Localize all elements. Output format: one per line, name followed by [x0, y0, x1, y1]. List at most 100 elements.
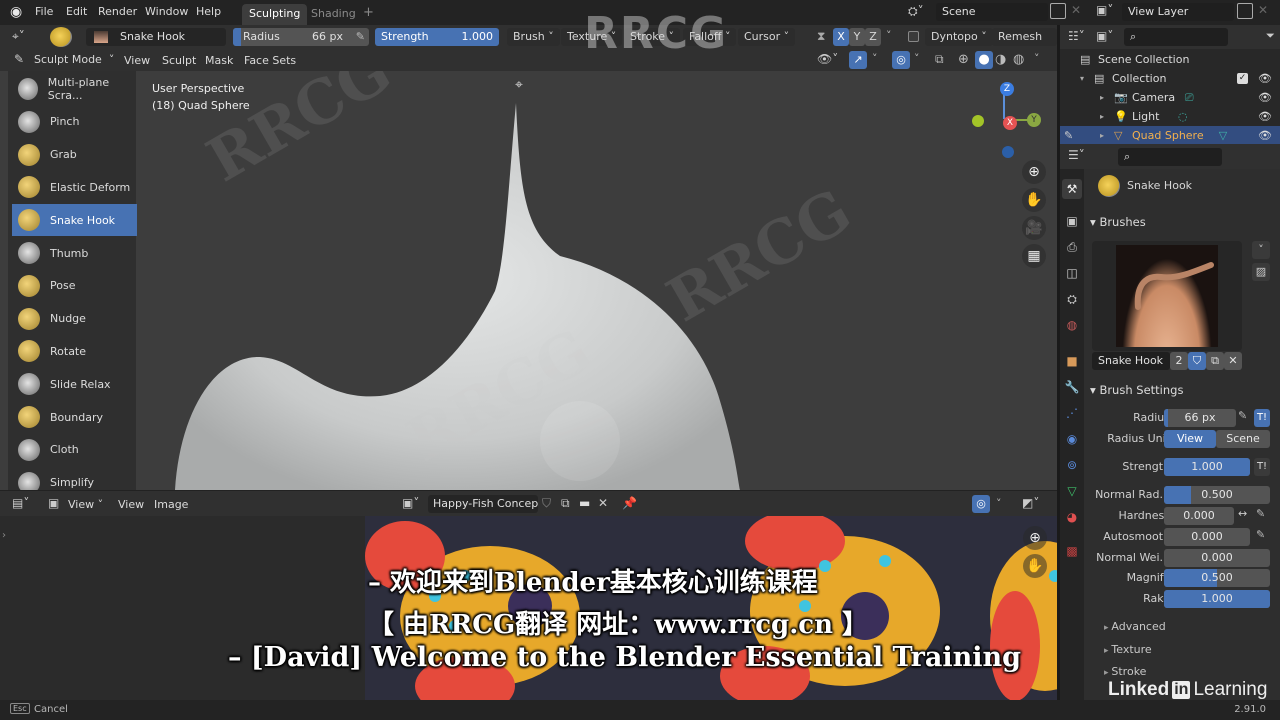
render-tab-icon[interactable]: ▣ [1062, 211, 1082, 231]
new-scene-icon[interactable] [1050, 3, 1066, 19]
visibility-eye-icon[interactable]: 👁 [1258, 126, 1272, 145]
tool-item[interactable]: Slide Relax [12, 368, 137, 400]
tool-item[interactable]: Cloth [12, 434, 137, 466]
normal-radius-field[interactable]: 0.500 [1164, 486, 1270, 504]
brush-name-field[interactable]: Snake Hook [1092, 352, 1170, 370]
view-mode-icon[interactable]: ▣ [48, 496, 59, 510]
gizmo-toggle-icon[interactable]: ◎ [972, 495, 990, 513]
radius-pressure-icon[interactable]: ✎ [1238, 409, 1247, 422]
radius-field[interactable]: 66 px [1164, 409, 1236, 427]
properties-search-input[interactable]: ⌕ [1118, 148, 1222, 166]
tool-item[interactable]: Boundary [12, 401, 137, 433]
tool-item[interactable]: Snake Hook [12, 204, 137, 237]
visibility-icon[interactable]: 👁˅ [817, 52, 838, 66]
output-tab-icon[interactable]: ⎙ [1062, 237, 1082, 257]
radius-unified-toggle-icon[interactable]: T! [1254, 409, 1270, 427]
zoom-icon[interactable]: ⊕ [1022, 160, 1046, 184]
delete-scene-icon[interactable]: ✕ [1071, 3, 1081, 17]
outliner-row[interactable]: ▸ ▽ Quad Sphere ▽ ✎ 👁 [1060, 126, 1280, 145]
scene-field[interactable]: Scene [936, 3, 1048, 21]
symmetry-y-toggle[interactable]: Y [849, 28, 865, 46]
gizmo-neg-z-axis[interactable] [1002, 146, 1014, 158]
3d-cursor-icon[interactable]: ⌖ [515, 77, 523, 93]
outliner-row[interactable]: ▸ 📷 Camera ⎚ 👁 [1060, 88, 1280, 107]
perspective-toggle-icon[interactable]: ▦ [1022, 244, 1046, 268]
duplicate-brush-icon[interactable]: ⧉ [1206, 352, 1224, 370]
open-folder-icon[interactable]: ▬ [579, 496, 590, 510]
mesh-data-tab-icon[interactable]: ▽ [1062, 481, 1082, 501]
autosmooth-field[interactable]: 0.000 [1164, 528, 1250, 546]
strength-slider[interactable]: Strength 1.000 [375, 28, 499, 46]
physics-tab-icon[interactable]: ◉ [1062, 429, 1082, 449]
gizmo-x-axis[interactable]: X [1003, 116, 1017, 130]
rake-field[interactable]: 1.000 [1164, 590, 1270, 608]
tool-tab-icon[interactable]: ⚒ [1062, 179, 1082, 199]
image-editor-canvas[interactable]: › ⊕ ✋ – 欢迎来到Blender基本核心训练课程 【 由RRCG翻译 网址… [0, 516, 1057, 700]
gizmo-neg-y-axis[interactable] [972, 115, 984, 127]
brush-settings-panel-header[interactable]: ▾ Brush Settings [1090, 383, 1183, 397]
view-layer-tab-icon[interactable]: ◫ [1062, 263, 1082, 283]
gizmo-z-axis[interactable]: Z [1000, 82, 1014, 96]
object-tab-icon[interactable]: ■ [1062, 351, 1082, 371]
brush-preview-box[interactable] [1092, 241, 1242, 351]
tool-item[interactable]: Pose [12, 270, 137, 302]
fake-user-shield-icon[interactable]: ⛉ [1188, 352, 1206, 370]
dyntopo-checkbox[interactable] [908, 31, 919, 42]
overlays-chevron-icon[interactable]: ˅ [914, 52, 920, 65]
gizmo-toggle-icon[interactable]: ↗ [849, 51, 867, 69]
display-channels-icon[interactable]: ◩˅ [1022, 496, 1039, 510]
image-browse-icon[interactable]: ▣˅ [402, 496, 419, 510]
disclosure-triangle-icon[interactable]: ▸ [1100, 107, 1104, 126]
tool-item[interactable]: Rotate [12, 335, 137, 367]
stroke-subpanel[interactable]: Stroke [1104, 665, 1146, 678]
visibility-eye-icon[interactable]: 👁 [1258, 88, 1272, 107]
menu-file[interactable]: File [35, 5, 53, 18]
disclosure-triangle-icon[interactable]: ▸ [1100, 88, 1104, 107]
remesh-dropdown[interactable]: Remesh ˅ [992, 28, 1057, 61]
camera-view-icon[interactable]: 🎥 [1022, 216, 1046, 240]
blender-logo-icon[interactable]: ◉ [10, 4, 22, 20]
menu-edit[interactable]: Edit [66, 5, 87, 18]
brush-image-icon[interactable]: ▨ [1252, 263, 1270, 281]
menu-view[interactable]: View [118, 498, 144, 511]
outliner-row[interactable]: ▾ ▤ Collection ✓ 👁 [1060, 69, 1280, 88]
view-mode-dropdown[interactable]: View ˅ [68, 498, 103, 511]
dyntopo-dropdown[interactable]: Dyntopo ˅ [925, 28, 993, 46]
pressure-icon[interactable]: ✎ [356, 28, 365, 46]
properties-editor-type-icon[interactable]: ☰˅ [1068, 148, 1085, 162]
radius-unit-view-option[interactable]: View [1164, 430, 1216, 448]
visibility-eye-icon[interactable]: 👁 [1258, 107, 1272, 126]
object-data-icon[interactable]: ◌ [1178, 107, 1188, 126]
delete-view-layer-icon[interactable]: ✕ [1258, 3, 1268, 17]
gizmo-y-axis[interactable]: Y [1027, 113, 1041, 127]
radius-slider[interactable]: Radius 66 px ✎ [233, 28, 369, 46]
view-layer-icon[interactable]: ▣˅ [1096, 3, 1113, 17]
disclosure-triangle-icon[interactable]: ▾ [1080, 69, 1084, 88]
autosmooth-pressure-icon[interactable]: ✎ [1256, 528, 1265, 541]
tool-item[interactable]: Grab [12, 139, 137, 171]
hardness-invert-icon[interactable]: ↔ [1238, 507, 1247, 520]
object-data-icon[interactable]: ⎚ [1185, 88, 1194, 107]
sidebar-toggle-icon[interactable]: › [2, 530, 6, 541]
gizmo-chevron-icon[interactable]: ˅ [872, 52, 878, 65]
pan-hand-icon[interactable]: ✋ [1022, 188, 1046, 212]
radius-unit-scene-option[interactable]: Scene [1216, 430, 1270, 448]
brush-selector[interactable]: Snake Hook [86, 28, 226, 46]
area-divider[interactable] [1057, 25, 1060, 700]
brushes-panel-header[interactable]: ▾ Brushes [1090, 215, 1146, 229]
disclosure-triangle-icon[interactable]: ▸ [1100, 126, 1104, 145]
strength-unified-toggle-icon[interactable]: T! [1254, 458, 1270, 476]
display-mode-icon[interactable]: ▣˅ [1096, 29, 1113, 43]
editor-type-icon[interactable]: ▤˅ [12, 496, 29, 510]
advanced-subpanel[interactable]: Advanced [1104, 620, 1165, 633]
brush-icon[interactable] [50, 27, 72, 47]
image-zoom-icon[interactable]: ⊕ [1023, 526, 1047, 550]
unlink-brush-icon[interactable]: ✕ [1224, 352, 1242, 370]
brush-list-chevron-icon[interactable]: ˅ [1252, 241, 1270, 259]
menu-view[interactable]: View [124, 54, 150, 67]
outliner-row-scene-collection[interactable]: ▤ Scene Collection [1060, 50, 1280, 69]
unlink-image-icon[interactable]: ✕ [598, 496, 608, 510]
menu-render[interactable]: Render [98, 5, 137, 18]
visibility-eye-icon[interactable]: 👁 [1258, 69, 1272, 88]
tab-sculpting[interactable]: Sculpting [242, 4, 308, 25]
